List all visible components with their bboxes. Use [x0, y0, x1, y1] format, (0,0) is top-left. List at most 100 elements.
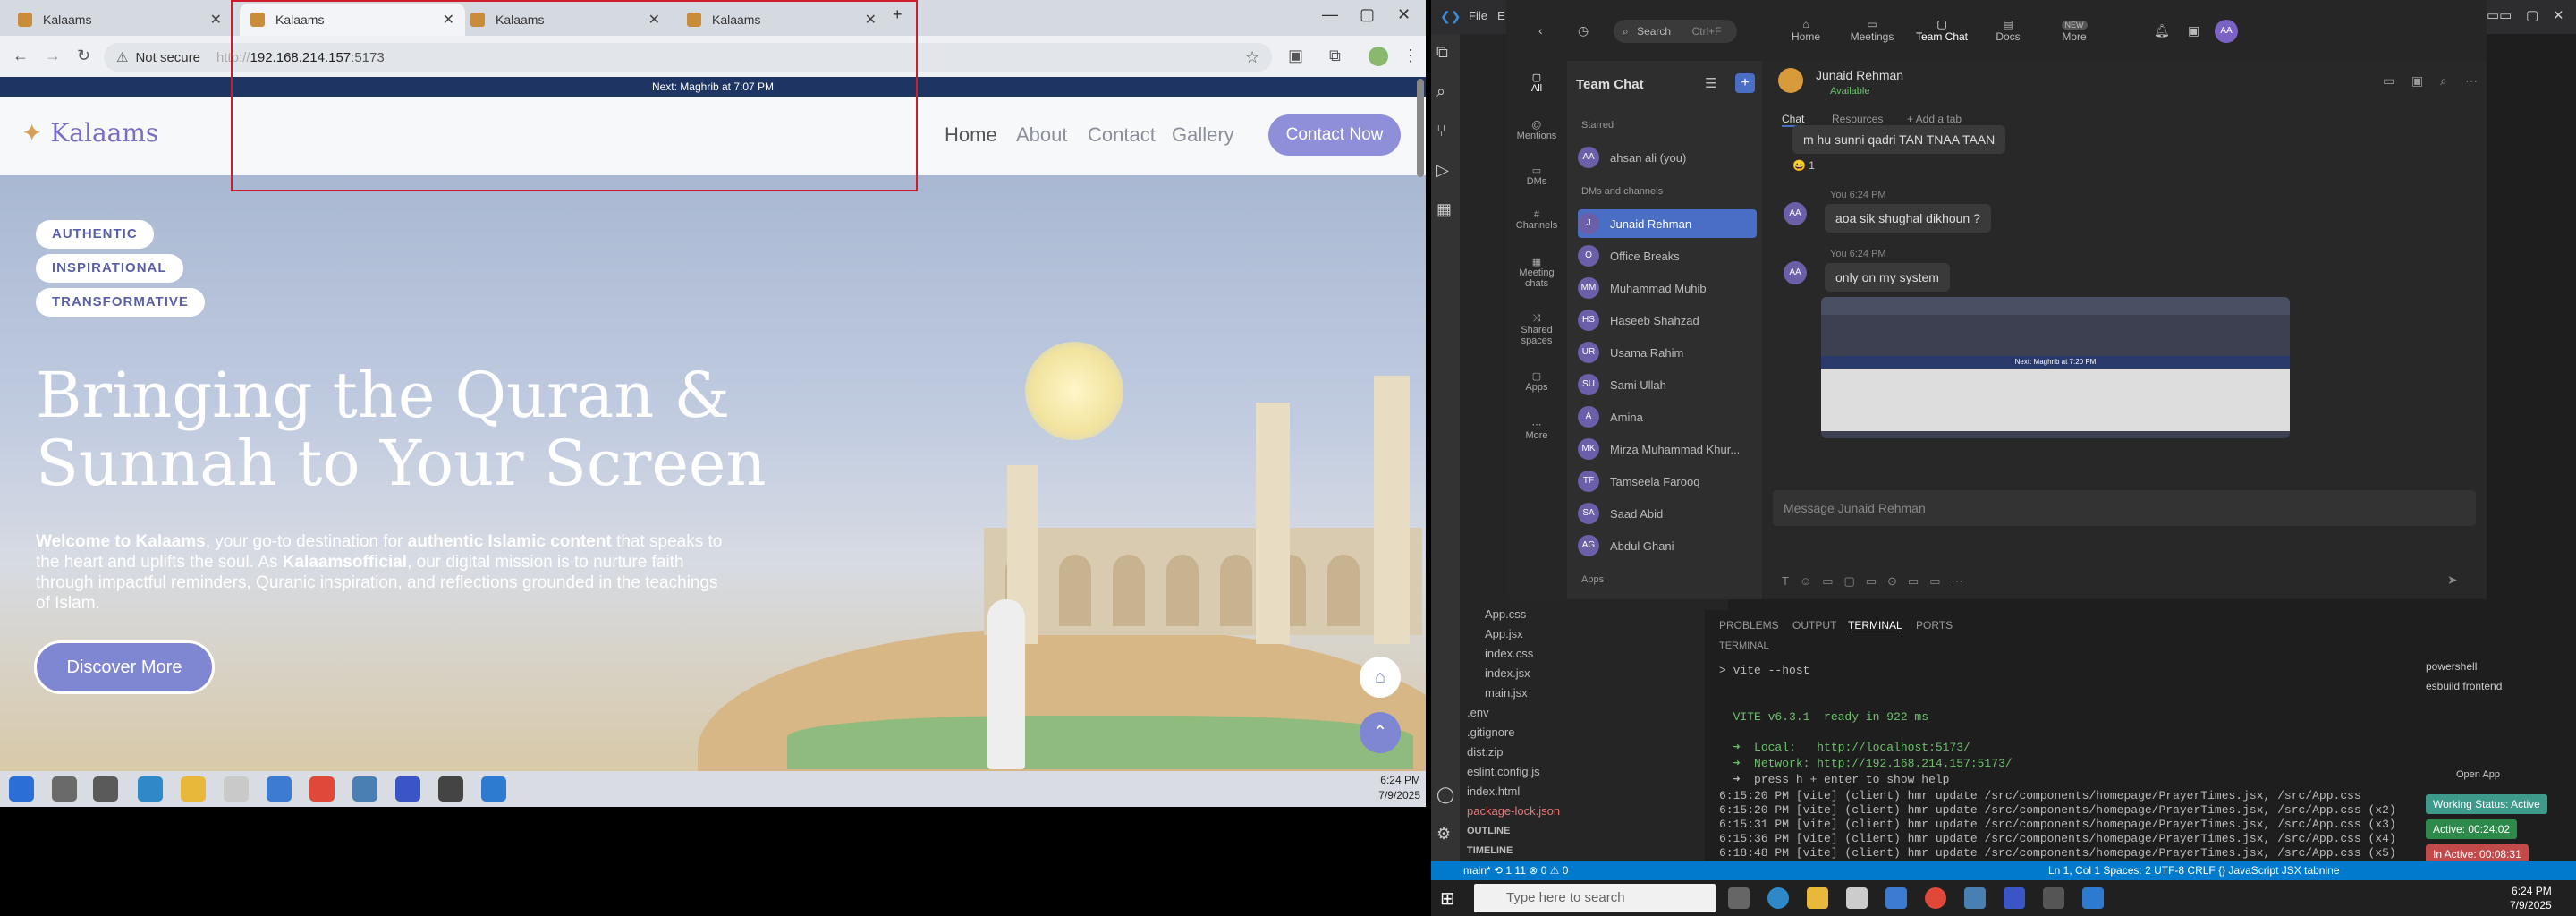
menu-edit[interactable]: E: [1497, 9, 1505, 22]
file-item[interactable]: main.jsxU: [1485, 683, 1734, 703]
file-item[interactable]: package-lock.jsonM: [1467, 802, 1718, 821]
chat-list-title[interactable]: Team Chat: [1576, 77, 1644, 92]
close-icon[interactable]: ✕: [2553, 7, 2564, 23]
file-item[interactable]: index.cssM: [1485, 644, 1736, 664]
chat-item[interactable]: O Office Breaks: [1578, 242, 1757, 270]
chat-item-me[interactable]: AA ahsan ali (you): [1578, 143, 1757, 172]
app-icon[interactable]: [1964, 887, 1986, 909]
chrome-icon[interactable]: [1925, 887, 1946, 909]
search-icon[interactable]: [52, 776, 77, 802]
mail-icon[interactable]: [1885, 887, 1907, 909]
mail-icon[interactable]: [267, 776, 292, 802]
home-float-icon[interactable]: ⌂: [1360, 657, 1401, 698]
bell-icon[interactable]: 🔔︎: [2154, 23, 2170, 38]
chrome-icon[interactable]: [309, 776, 335, 802]
search-icon[interactable]: ⌕: [2440, 73, 2447, 89]
nav-meetings[interactable]: ▭ Meetings: [1841, 18, 1903, 43]
menu-file[interactable]: File: [1469, 9, 1487, 22]
nav-home[interactable]: Home: [945, 123, 997, 147]
rail-more[interactable]: ⋯ More: [1506, 419, 1567, 441]
minimize-icon[interactable]: —: [1322, 5, 1338, 24]
contact-name[interactable]: Junaid Rehman: [1816, 68, 1903, 82]
shared-screenshot[interactable]: Next: Maghrib at 7:20 PM: [1821, 297, 2290, 438]
panel-tab-terminal[interactable]: TERMINAL: [1848, 619, 1902, 632]
message-reaction[interactable]: 😀 1: [1792, 159, 1815, 172]
contact-now-button[interactable]: Contact Now: [1268, 114, 1401, 156]
source-control-icon[interactable]: ⑂: [1436, 122, 1446, 140]
edge-icon[interactable]: [138, 776, 163, 802]
taskbar-search-input[interactable]: Type here to search: [1474, 884, 1716, 912]
windows-start-icon[interactable]: [9, 776, 34, 802]
file-explorer-icon[interactable]: [1807, 887, 1828, 909]
terminal-session[interactable]: esbuild frontend: [2426, 680, 2502, 692]
file-item[interactable]: eslint.config.js: [1467, 762, 1540, 782]
store-icon[interactable]: [1846, 887, 1868, 909]
new-chat-button[interactable]: +: [1735, 73, 1755, 93]
task-view-icon[interactable]: [93, 776, 118, 802]
app-icon[interactable]: [352, 776, 377, 802]
file-item[interactable]: App.css: [1485, 605, 1526, 624]
site-logo[interactable]: ✦ Kalaams: [21, 118, 158, 148]
explorer-icon[interactable]: ⧉: [1436, 43, 1448, 62]
nav-docs[interactable]: ▤ Docs: [1977, 18, 2039, 43]
file-explorer-icon[interactable]: [181, 776, 206, 802]
chat-item[interactable]: AG Abdul Ghani: [1578, 531, 1757, 560]
discover-more-button[interactable]: Discover More: [34, 640, 215, 694]
chat-item[interactable]: A Amina: [1578, 403, 1757, 431]
file-item[interactable]: .gitignore: [1467, 723, 1514, 742]
file-item[interactable]: index.jsxM: [1485, 664, 1736, 683]
maximize-icon[interactable]: ▢: [1360, 5, 1375, 24]
message-compose-input[interactable]: Message Junaid Rehman: [1773, 490, 2476, 526]
search-icon[interactable]: ⌕: [1436, 82, 1445, 101]
windows-start-icon[interactable]: ⊞: [1440, 887, 1455, 910]
chat-item[interactable]: MM Muhammad Muhib: [1578, 274, 1757, 302]
task-view-icon[interactable]: [1728, 887, 1750, 909]
file-item[interactable]: index.htmlM: [1467, 782, 1718, 802]
chat-item[interactable]: SU Sami Ullah: [1578, 370, 1757, 399]
apps-header[interactable]: Apps: [1581, 574, 1604, 585]
forward-icon[interactable]: →: [45, 47, 61, 65]
timeline-section[interactable]: TIMELINE: [1467, 841, 1513, 861]
terminal-icon[interactable]: [438, 776, 463, 802]
reload-icon[interactable]: ↻: [77, 47, 90, 65]
nav-gallery[interactable]: Gallery: [1172, 123, 1234, 147]
close-window-icon[interactable]: ✕: [1397, 5, 1411, 24]
file-item[interactable]: App.jsx: [1485, 624, 1523, 644]
edge-icon[interactable]: [1767, 887, 1789, 909]
rail-shared-spaces[interactable]: ⤨ Shared spaces: [1506, 313, 1567, 346]
terminal-session[interactable]: powershell: [2426, 660, 2477, 673]
user-avatar[interactable]: AA: [2215, 20, 2238, 43]
add-tab-button[interactable]: + Add a tab: [1907, 113, 1962, 125]
extensions-icon[interactable]: ▦: [1436, 200, 1452, 219]
store-icon[interactable]: [224, 776, 249, 802]
close-tab-icon[interactable]: ✕: [210, 11, 222, 29]
account-icon[interactable]: ◯: [1436, 785, 1454, 804]
rail-apps[interactable]: ▢ Apps: [1506, 370, 1567, 393]
video-call-icon[interactable]: ▭: [2383, 73, 2394, 89]
chat-item[interactable]: SA Saad Abid: [1578, 499, 1757, 528]
open-app-link[interactable]: Open App: [2456, 769, 2500, 780]
chat-item-selected[interactable]: J Junaid Rehman: [1578, 209, 1757, 238]
rail-meeting-chats[interactable]: ▦ Meeting chats: [1506, 256, 1567, 289]
restore-icon[interactable]: ▢: [2526, 7, 2538, 23]
browser-tab[interactable]: Kalaams ✕: [7, 4, 233, 36]
status-right[interactable]: Ln 1, Col 1 Spaces: 2 UTF-8 CRLF {} Java…: [2048, 861, 2340, 880]
more-icon[interactable]: ⋯: [2465, 73, 2478, 89]
panel-tab-output[interactable]: OUTPUT: [1792, 619, 1836, 632]
zoom-icon[interactable]: [395, 776, 420, 802]
terminal-icon[interactable]: [2043, 887, 2064, 909]
back-icon[interactable]: ‹: [1538, 23, 1543, 38]
compose-toolbar-icons[interactable]: T☺▭▢▭⊙▭▭⋯: [1782, 574, 1974, 589]
settings-gear-icon[interactable]: ⚙: [1436, 825, 1451, 844]
nav-about[interactable]: About: [1016, 123, 1068, 147]
run-icon[interactable]: ▷: [1436, 161, 1449, 180]
menu-icon[interactable]: ⋮: [1402, 47, 1419, 65]
outline-section[interactable]: OUTLINE: [1467, 821, 1510, 841]
nav-contact[interactable]: Contact: [1088, 123, 1156, 147]
layout-icon[interactable]: ▭▭: [2487, 7, 2512, 23]
panel-tab-ports[interactable]: PORTS: [1916, 619, 1953, 632]
rail-mentions[interactable]: @ Mentions: [1506, 120, 1567, 141]
message-bubble[interactable]: aoa sik shughal dikhoun ?: [1825, 204, 1991, 233]
vscode-icon[interactable]: [481, 776, 506, 802]
status-left[interactable]: main* ⟲ 1 11 ⊗ 0 ⚠ 0: [1463, 861, 1568, 880]
